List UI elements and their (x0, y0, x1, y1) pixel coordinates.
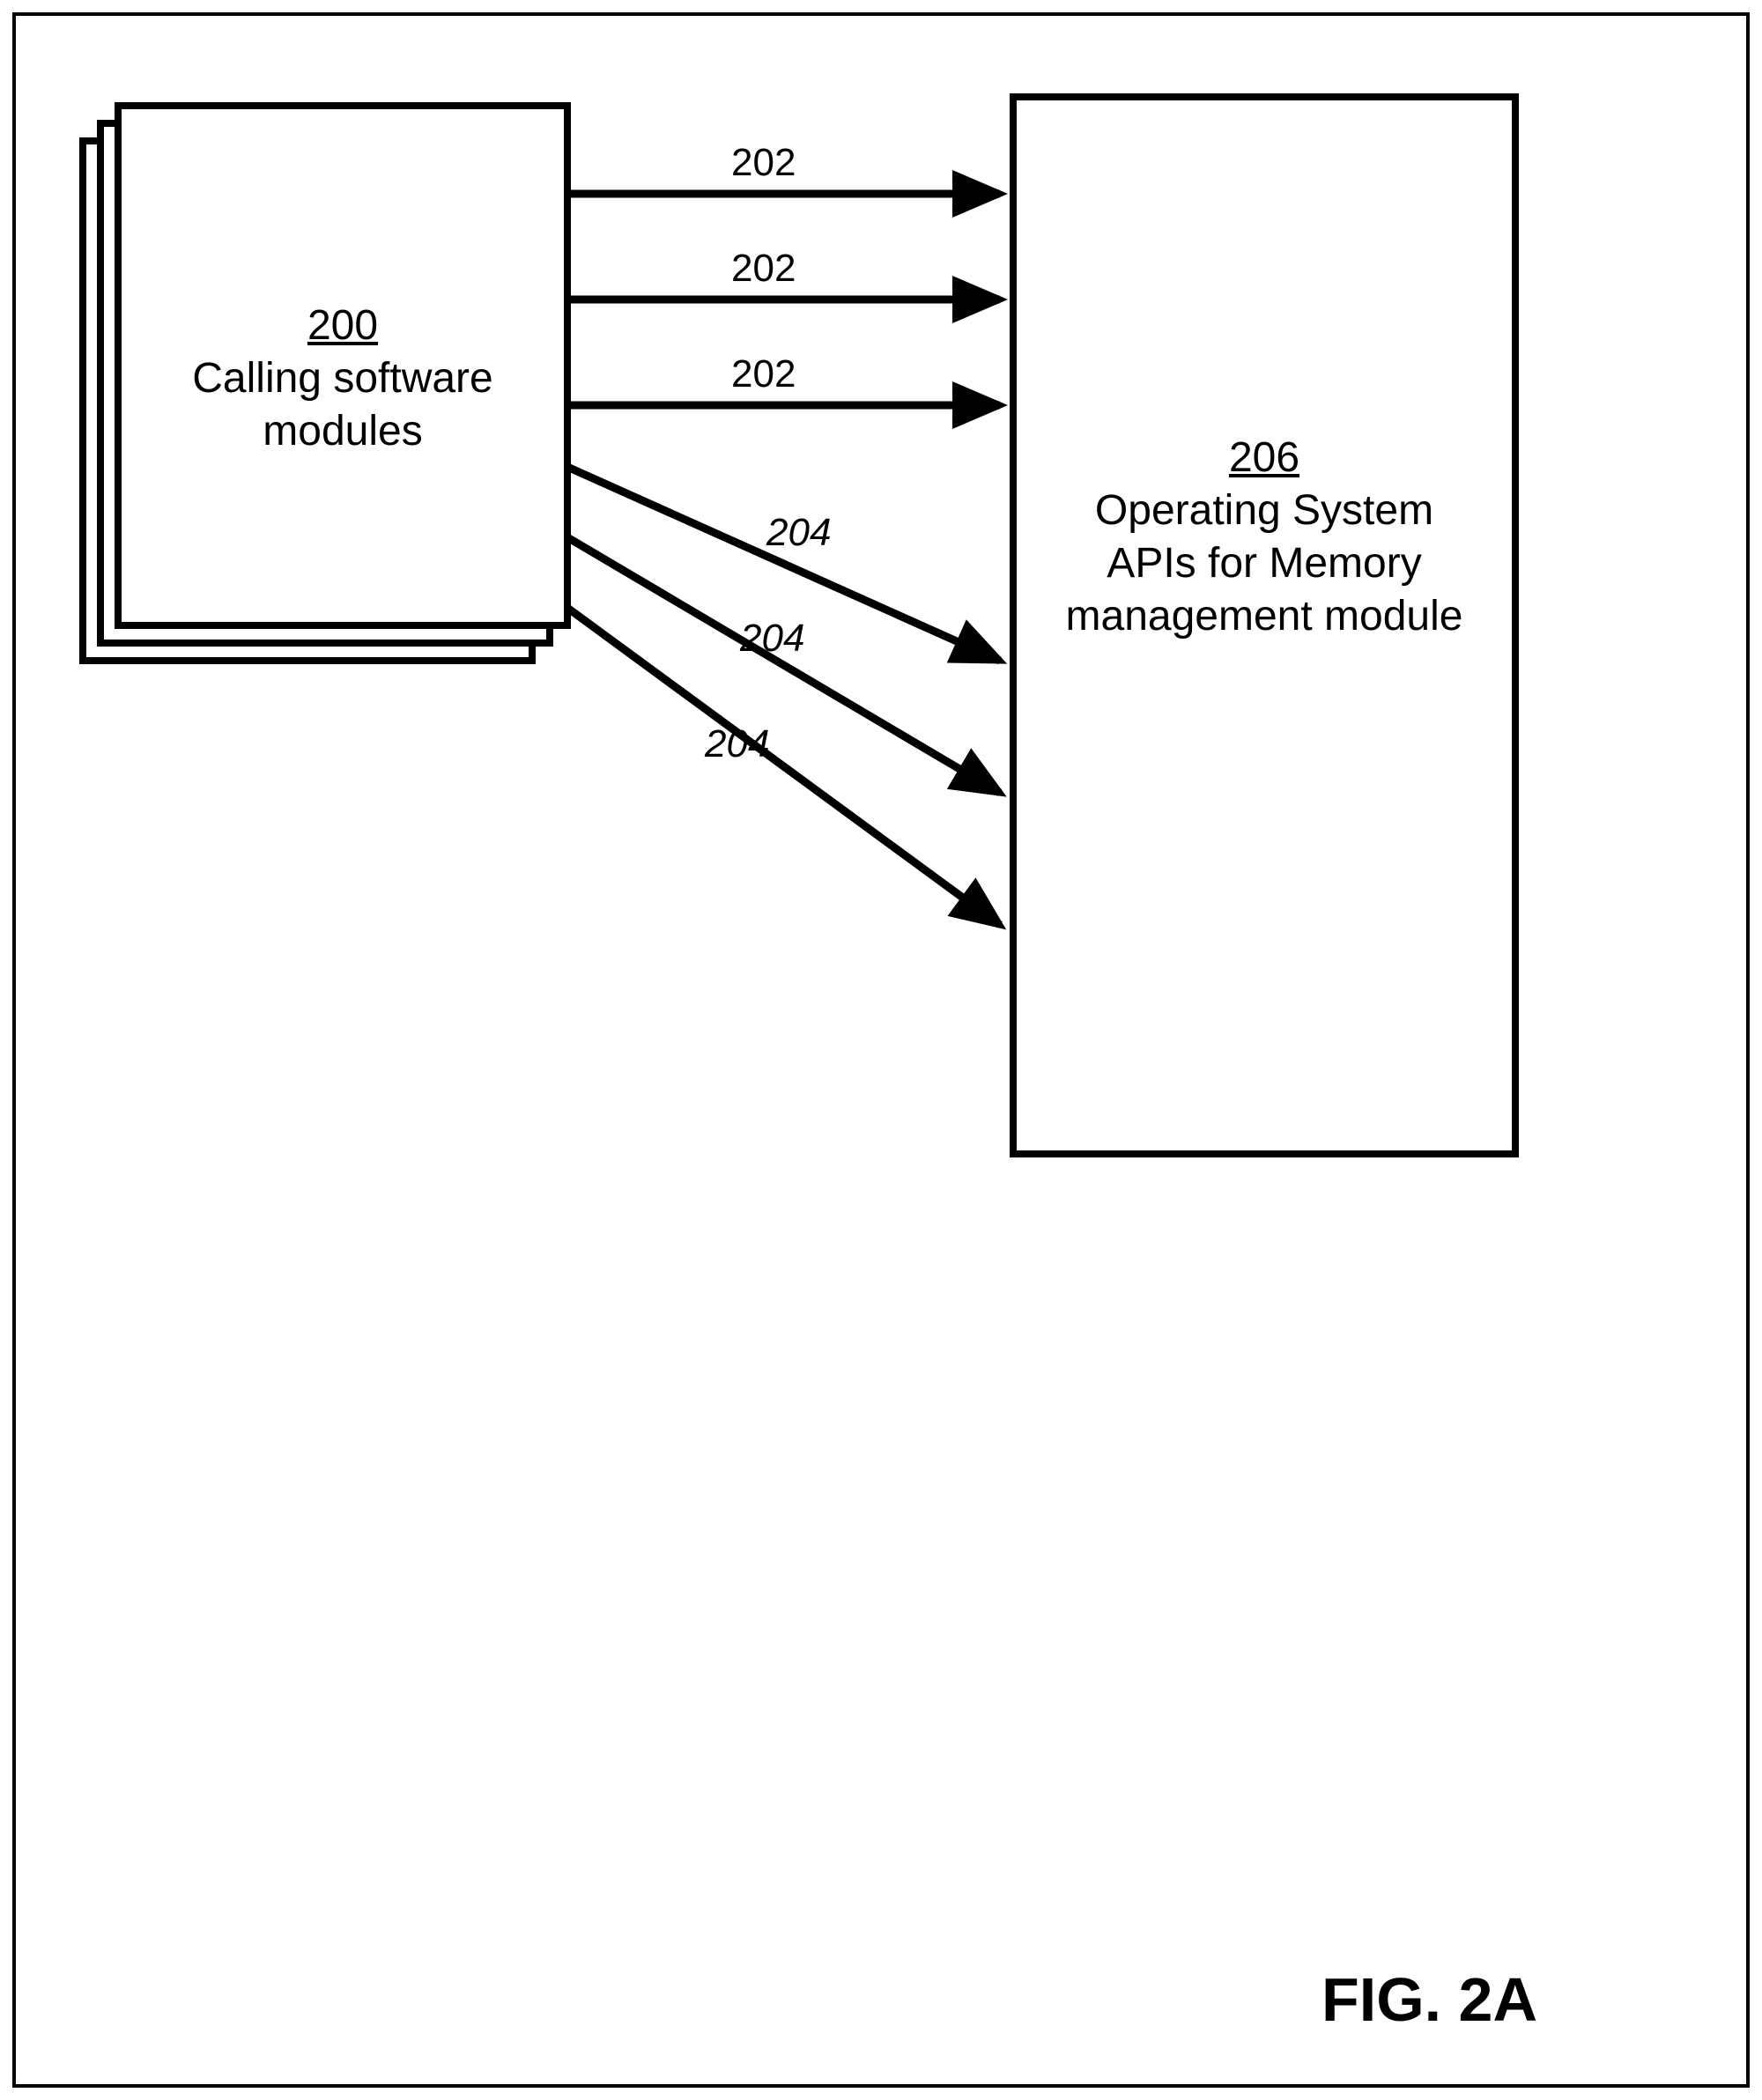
figure-label: FIG. 2A (1322, 1964, 1537, 2035)
right-box-ref: 206 (1013, 432, 1515, 484)
arrow-label-202-3: 202 (731, 352, 796, 396)
arrow-label-204-2: 204 (740, 617, 804, 661)
diagram-canvas: 200 Calling software modules 206 Operati… (0, 0, 1762, 2100)
left-box-ref: 200 (118, 299, 567, 352)
arrow-label-202-1: 202 (731, 141, 796, 185)
right-box-label-line1: Operating System (1013, 484, 1515, 537)
left-box-text: 200 Calling software modules (118, 299, 567, 458)
left-box-label-line1: Calling software (118, 352, 567, 405)
arrow-label-204-3: 204 (705, 722, 769, 766)
left-box-label-line2: modules (118, 405, 567, 458)
arrow-label-204-1: 204 (766, 511, 831, 555)
arrow-label-202-2: 202 (731, 247, 796, 291)
right-box-text: 206 Operating System APIs for Memory man… (1013, 432, 1515, 643)
arrow-204-2 (567, 537, 1000, 793)
right-box-label-line3: management module (1013, 590, 1515, 643)
right-box-label-line2: APIs for Memory (1013, 537, 1515, 590)
